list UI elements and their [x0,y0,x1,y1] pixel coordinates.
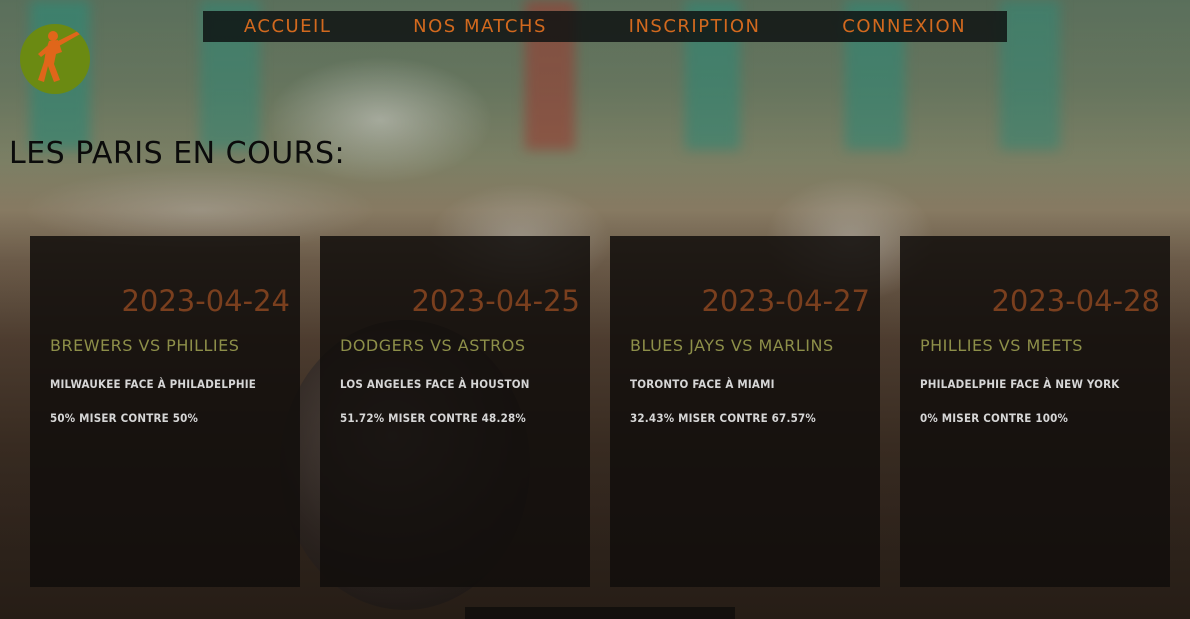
bets-list: 2023-04-24 BREWERS VS PHILLIES MILWAUKEE… [30,236,1170,587]
bet-card[interactable]: 2023-04-28 PHILLIES VS MEETS PHILADELPHI… [900,236,1170,587]
bet-odds: 0% MISER CONTRE 100% [920,411,1069,425]
bet-card[interactable]: 2023-04-25 DODGERS VS ASTROS LOS ANGELES… [320,236,590,587]
bet-teams: BLUES JAYS VS MARLINS [630,336,834,355]
bet-date: 2023-04-25 [411,284,580,318]
bet-date: 2023-04-27 [701,284,870,318]
baseball-batter-icon[interactable] [20,24,90,94]
bet-date: 2023-04-28 [991,284,1160,318]
nav-item-nos-matchs[interactable]: NOS MATCHS [413,16,547,37]
bet-date: 2023-04-24 [121,284,290,318]
bet-description: TORONTO FACE À MIAMI [630,377,775,391]
bet-teams: PHILLIES VS MEETS [920,336,1083,355]
nav-item-connexion[interactable]: CONNEXION [842,16,966,37]
bet-description: LOS ANGELES FACE À HOUSTON [340,377,530,391]
bet-description: PHILADELPHIE FACE À NEW YORK [920,377,1120,391]
nav-item-inscription[interactable]: INSCRIPTION [629,16,761,37]
bet-card[interactable]: 2023-04-24 BREWERS VS PHILLIES MILWAUKEE… [30,236,300,587]
bet-teams: DODGERS VS ASTROS [340,336,526,355]
bet-odds: 32.43% MISER CONTRE 67.57% [630,411,816,425]
main-nav: ACCUEIL NOS MATCHS INSCRIPTION CONNEXION [203,11,1007,42]
footer-panel [465,607,735,619]
page-title: LES PARIS EN COURS: [9,136,346,171]
bet-description: MILWAUKEE FACE À PHILADELPHIE [50,377,257,391]
bet-odds: 51.72% MISER CONTRE 48.28% [340,411,526,425]
bet-card[interactable]: 2023-04-27 BLUES JAYS VS MARLINS TORONTO… [610,236,880,587]
bet-odds: 50% MISER CONTRE 50% [50,411,199,425]
nav-item-accueil[interactable]: ACCUEIL [244,16,332,37]
bet-teams: BREWERS VS PHILLIES [50,336,240,355]
